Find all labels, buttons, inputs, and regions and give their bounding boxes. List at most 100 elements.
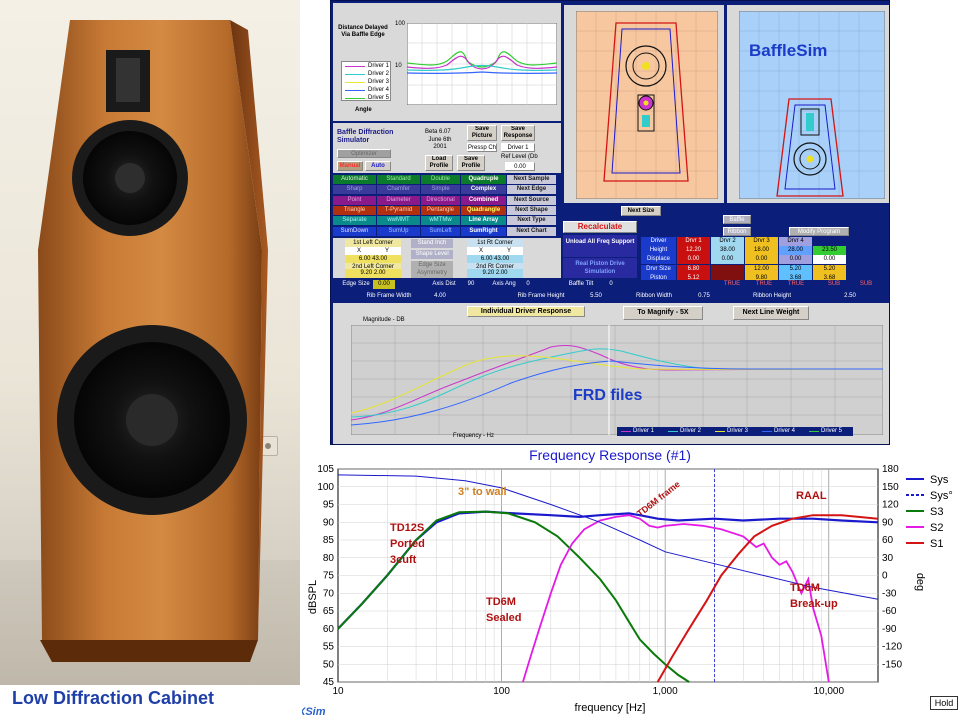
mode-chamfer[interactable]: Chamfer — [377, 185, 420, 195]
individual-driver-button[interactable]: Individual Driver Response — [467, 306, 585, 317]
driver-table-cell-3-2[interactable] — [711, 264, 744, 274]
y-tick-label: 105 — [317, 464, 334, 475]
ref-level-input[interactable]: 0.00 — [505, 162, 535, 171]
legend-label: S3 — [930, 506, 943, 518]
driver-table-cell-2-3[interactable]: 0.00 — [745, 255, 778, 265]
mode-next-shape[interactable]: Next Shape — [507, 205, 556, 215]
asymmetry-label: Asymmetry — [411, 269, 453, 278]
ribbon-width-value[interactable]: 0.75 — [693, 292, 715, 301]
mode-next-sample[interactable]: Next Sample — [507, 175, 556, 184]
cabinet-photo — [0, 0, 300, 685]
auto-button[interactable]: Auto — [365, 161, 391, 171]
rib-frame-height-label: Rib Frame Height — [517, 293, 565, 299]
rib-frame-height-value[interactable]: 5.50 — [585, 292, 607, 301]
driver-table-cell-2-4[interactable]: 0.00 — [779, 255, 812, 265]
mode-line-array[interactable]: Line Array — [461, 216, 506, 226]
mode-quadrangle[interactable]: Quadrangle — [461, 205, 506, 215]
edge-size-value[interactable]: 0.00 — [373, 280, 395, 289]
baffle-tilt-value[interactable]: 0 — [605, 280, 617, 289]
mode-automatic[interactable]: Automatic — [333, 175, 376, 184]
mode-diameter[interactable]: Diameter — [377, 195, 420, 205]
driver-table-cell-1-1[interactable]: 12.20 — [677, 246, 710, 256]
frd-legend-swatch-2 — [668, 431, 678, 432]
mode-sumright[interactable]: SumRight — [461, 226, 506, 236]
app-date: June 6th 2001 — [428, 137, 452, 150]
mode-double[interactable]: Double — [421, 175, 460, 184]
driver-table-cell-3-5[interactable]: 5.20 — [813, 264, 846, 274]
mode-sharp[interactable]: Sharp — [333, 185, 376, 195]
mode-sumdown[interactable]: SumDown — [333, 226, 376, 236]
mode-separate[interactable]: Separate — [333, 216, 376, 226]
driver-table-cell-2-5[interactable]: 0.00 — [813, 255, 846, 265]
check-4[interactable]: SUB — [819, 280, 849, 289]
driver-table-cell-3-1[interactable]: 6.80 — [677, 264, 710, 274]
check-2[interactable]: TRUE — [749, 280, 779, 289]
recalculate-button[interactable]: Recalculate — [563, 221, 637, 233]
driver-select[interactable]: Driver 1 — [501, 143, 535, 152]
mode-simple[interactable]: Simple — [421, 185, 460, 195]
y2-tick-label: -90 — [882, 624, 897, 635]
mode-grid: Automatic Standard Double Quadruple Next Sam… — [333, 175, 561, 237]
mode-sumleft[interactable]: SumLeft — [421, 226, 460, 236]
mode-wwmmt[interactable]: wwMMT — [377, 216, 420, 226]
baffle-button[interactable]: Baffle — [723, 215, 751, 224]
save-picture-button[interactable]: Save Picture — [467, 125, 497, 141]
legend-swatch-3 — [345, 82, 365, 83]
second-left-values[interactable]: 9.20 2.00 — [345, 269, 401, 278]
mode-complex[interactable]: Complex — [461, 185, 506, 195]
save-response-button[interactable]: Save Response — [501, 125, 535, 141]
driver-table-cell-1-3[interactable]: 18.00 — [745, 246, 778, 256]
y2-tick-label: -30 — [882, 588, 897, 599]
driver-table-cell-1-4[interactable]: 28.00 — [779, 246, 812, 256]
driver-table-cell-3-3[interactable]: 12.00 — [745, 264, 778, 274]
annotation-td6m-breakup: TD6M — [790, 582, 820, 594]
save-profile-button[interactable]: Save Profile — [457, 155, 485, 171]
axis-ang-value[interactable]: 0 — [521, 280, 535, 289]
mode-directional[interactable]: Directional — [421, 195, 460, 205]
driver-table-cell-1-2[interactable]: 38.00 — [711, 246, 744, 256]
ribbon-button[interactable]: Ribbon — [723, 227, 751, 236]
mode-t-pyramid[interactable]: T-Pyramid — [377, 205, 420, 215]
mode-quadruple[interactable]: Quadruple — [461, 175, 506, 184]
axis-dist-value[interactable]: 90 — [461, 280, 481, 289]
mode-pentangle[interactable]: Pentangle — [421, 205, 460, 215]
driver-table-cell-2-2[interactable]: 0.00 — [711, 255, 744, 265]
driver-table-cell-1-5[interactable]: 23.50 — [813, 246, 846, 256]
mode-combined[interactable]: Combined — [461, 195, 506, 205]
modify-program-button[interactable]: Modify Program — [789, 227, 849, 236]
mode-next-edge[interactable]: Next Edge — [507, 185, 556, 195]
legend-label: Sys° — [930, 490, 953, 502]
check-3[interactable]: TRUE — [781, 280, 811, 289]
unload-all-button[interactable]: Unload All Freq Support — [563, 235, 637, 257]
hold-button[interactable]: Hold — [930, 696, 958, 710]
second-right-values[interactable]: 9.20 2.00 — [467, 269, 523, 278]
mode-sumup[interactable]: SumUp — [377, 226, 420, 236]
optimizer-button[interactable]: Optimizer — [337, 149, 391, 158]
mode-standard[interactable]: Standard — [377, 175, 420, 184]
mode-wmtmw[interactable]: wMTMw — [421, 216, 460, 226]
driver-table-cell-0-2: Drvr 2 — [711, 237, 744, 246]
check-1[interactable]: TRUE — [717, 280, 747, 289]
mode-next-type[interactable]: Next Type — [507, 216, 556, 226]
mode-next-chart[interactable]: Next Chart — [507, 226, 556, 236]
mode-triangle[interactable]: Triangle — [333, 205, 376, 215]
real-piston-button[interactable]: Real Piston Drive Simulation — [563, 258, 637, 278]
driver-table-cell-0-1: Drvr 1 — [677, 237, 710, 246]
frd-files-label: FRD files — [573, 387, 643, 404]
driver-table-cell-2-1[interactable]: 0.00 — [677, 255, 710, 265]
next-size-button[interactable]: Next Size — [621, 206, 661, 216]
mode-next-source[interactable]: Next Source — [507, 195, 556, 205]
manual-button[interactable]: Manual — [337, 161, 363, 171]
preset-select[interactable]: Pressp Chrt — [467, 143, 497, 152]
driver-table-cell-3-4[interactable]: 5.20 — [779, 264, 812, 274]
next-line-weight-button[interactable]: Next Line Weight — [733, 306, 809, 320]
bafflesim-label: BaffleSim — [749, 41, 828, 60]
ribbon-height-value[interactable]: 2.50 — [839, 292, 861, 301]
mode-point[interactable]: Point — [333, 195, 376, 205]
load-profile-button[interactable]: Load Profile — [425, 155, 453, 171]
rib-frame-width-value[interactable]: 4.00 — [429, 292, 451, 301]
to-magnify-button[interactable]: To Magnify - 5X — [623, 306, 703, 320]
y-tick-label: 50 — [323, 659, 335, 670]
check-5[interactable]: SUB — [851, 280, 881, 289]
annotation-wall: 3" to wall — [458, 486, 507, 498]
